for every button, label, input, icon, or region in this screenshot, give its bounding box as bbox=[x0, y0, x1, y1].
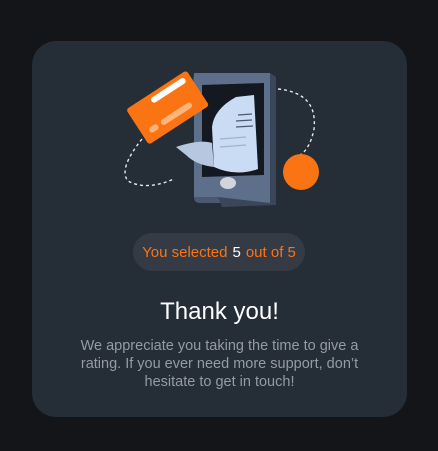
orange-circle-icon bbox=[283, 154, 319, 190]
payment-illustration bbox=[124, 71, 319, 207]
rating-pill: You selected 5 out of 5 bbox=[133, 233, 305, 271]
rating-value: 5 bbox=[232, 243, 241, 261]
rating-prefix: You selected bbox=[142, 243, 228, 261]
thank-you-title: Thank you! bbox=[160, 298, 279, 325]
dashed-path-right bbox=[277, 88, 316, 156]
dashed-path-left bbox=[124, 138, 175, 187]
thank-you-card: You selected 5 out of 5 Thank you! We ap… bbox=[32, 41, 407, 417]
thank-you-description: We appreciate you taking the time to giv… bbox=[80, 338, 359, 390]
rating-suffix: out of 5 bbox=[245, 243, 296, 261]
